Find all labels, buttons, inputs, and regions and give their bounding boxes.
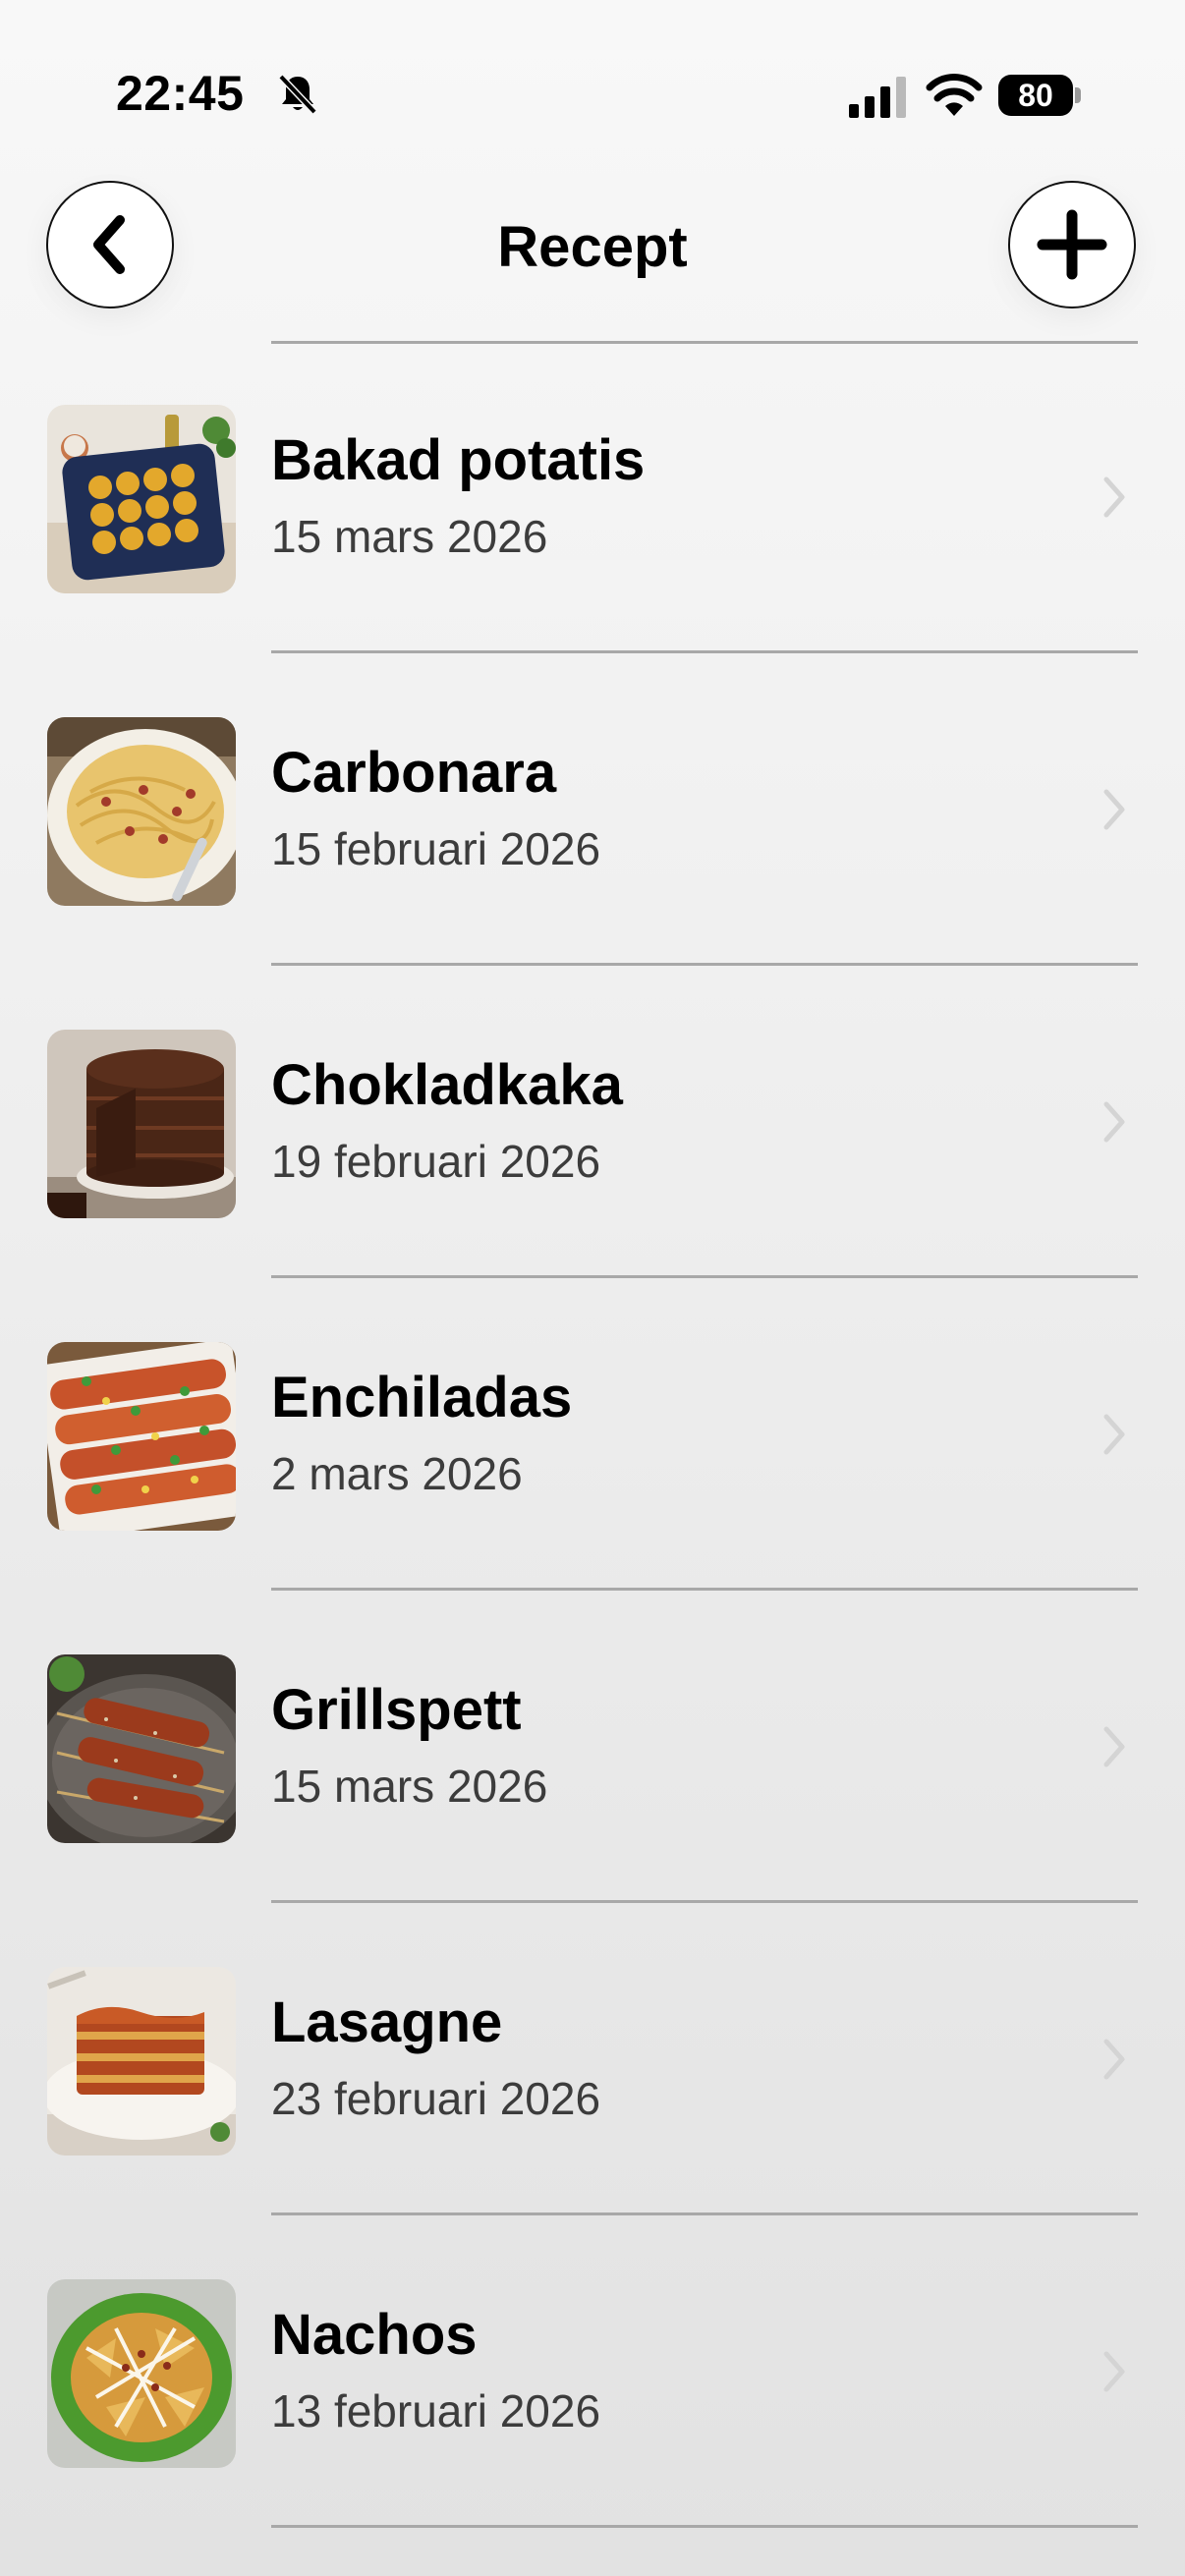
recipe-thumbnail-bakad-potatis	[47, 405, 236, 593]
chevron-right-icon	[1103, 2039, 1125, 2080]
recipe-row-bakad-potatis[interactable]: Bakad potatis 15 mars 2026	[0, 341, 1185, 653]
list-separator	[271, 2525, 1138, 2528]
recipe-date: 13 februari 2026	[271, 2385, 601, 2436]
recipe-name: Carbonara	[271, 741, 557, 805]
recipe-name: Lasagne	[271, 1990, 503, 2054]
recipe-row-chokladkaka[interactable]: Chokladkaka 19 februari 2026	[0, 966, 1185, 1278]
plus-icon	[1037, 209, 1107, 280]
recipe-name: Nachos	[271, 2303, 478, 2367]
recipe-date: 15 mars 2026	[271, 511, 548, 562]
battery-level: 80	[998, 75, 1073, 116]
recipe-thumbnail-carbonara	[47, 717, 236, 906]
recipe-thumbnail-grillspett	[47, 1654, 236, 1843]
recipe-thumbnail-enchiladas	[47, 1342, 236, 1531]
recipe-name: Bakad potatis	[271, 428, 646, 492]
battery-icon: 80	[998, 75, 1081, 116]
recipe-name: Enchiladas	[271, 1366, 573, 1429]
recipe-thumbnail-lasagne	[47, 1967, 236, 2156]
chevron-right-icon	[1103, 789, 1125, 830]
recipe-row-carbonara[interactable]: Carbonara 15 februari 2026	[0, 653, 1185, 966]
recipe-date: 15 mars 2026	[271, 1761, 548, 1812]
recipe-thumbnail-nachos	[47, 2279, 236, 2468]
recipe-date: 15 februari 2026	[271, 823, 601, 874]
recipe-name: Grillspett	[271, 1678, 522, 1742]
recipe-name: Chokladkaka	[271, 1053, 623, 1117]
wifi-icon	[926, 74, 983, 116]
navigation-bar: Recept	[0, 177, 1185, 324]
recipe-date: 19 februari 2026	[271, 1136, 601, 1187]
recipe-row-grillspett[interactable]: Grillspett 15 mars 2026	[0, 1591, 1185, 1903]
add-recipe-button[interactable]	[1008, 181, 1136, 308]
chevron-right-icon	[1103, 1726, 1125, 1767]
recipe-row-lasagne[interactable]: Lasagne 23 februari 2026	[0, 1903, 1185, 2215]
chevron-right-icon	[1103, 2351, 1125, 2392]
recipe-date: 2 mars 2026	[271, 1448, 523, 1499]
bell-slash-icon	[278, 74, 317, 115]
status-bar: 22:45 80	[0, 0, 1185, 187]
cellular-signal-icon	[849, 77, 906, 118]
recipe-thumbnail-chokladkaka	[47, 1030, 236, 1218]
status-time: 22:45	[116, 66, 245, 121]
recipe-row-enchiladas[interactable]: Enchiladas 2 mars 2026	[0, 1278, 1185, 1591]
battery-cap	[1075, 87, 1081, 103]
recipe-row-nachos[interactable]: Nachos 13 februari 2026	[0, 2215, 1185, 2528]
chevron-right-icon	[1103, 1414, 1125, 1455]
chevron-right-icon	[1103, 1101, 1125, 1143]
chevron-right-icon	[1103, 476, 1125, 518]
recipe-date: 23 februari 2026	[271, 2073, 601, 2124]
